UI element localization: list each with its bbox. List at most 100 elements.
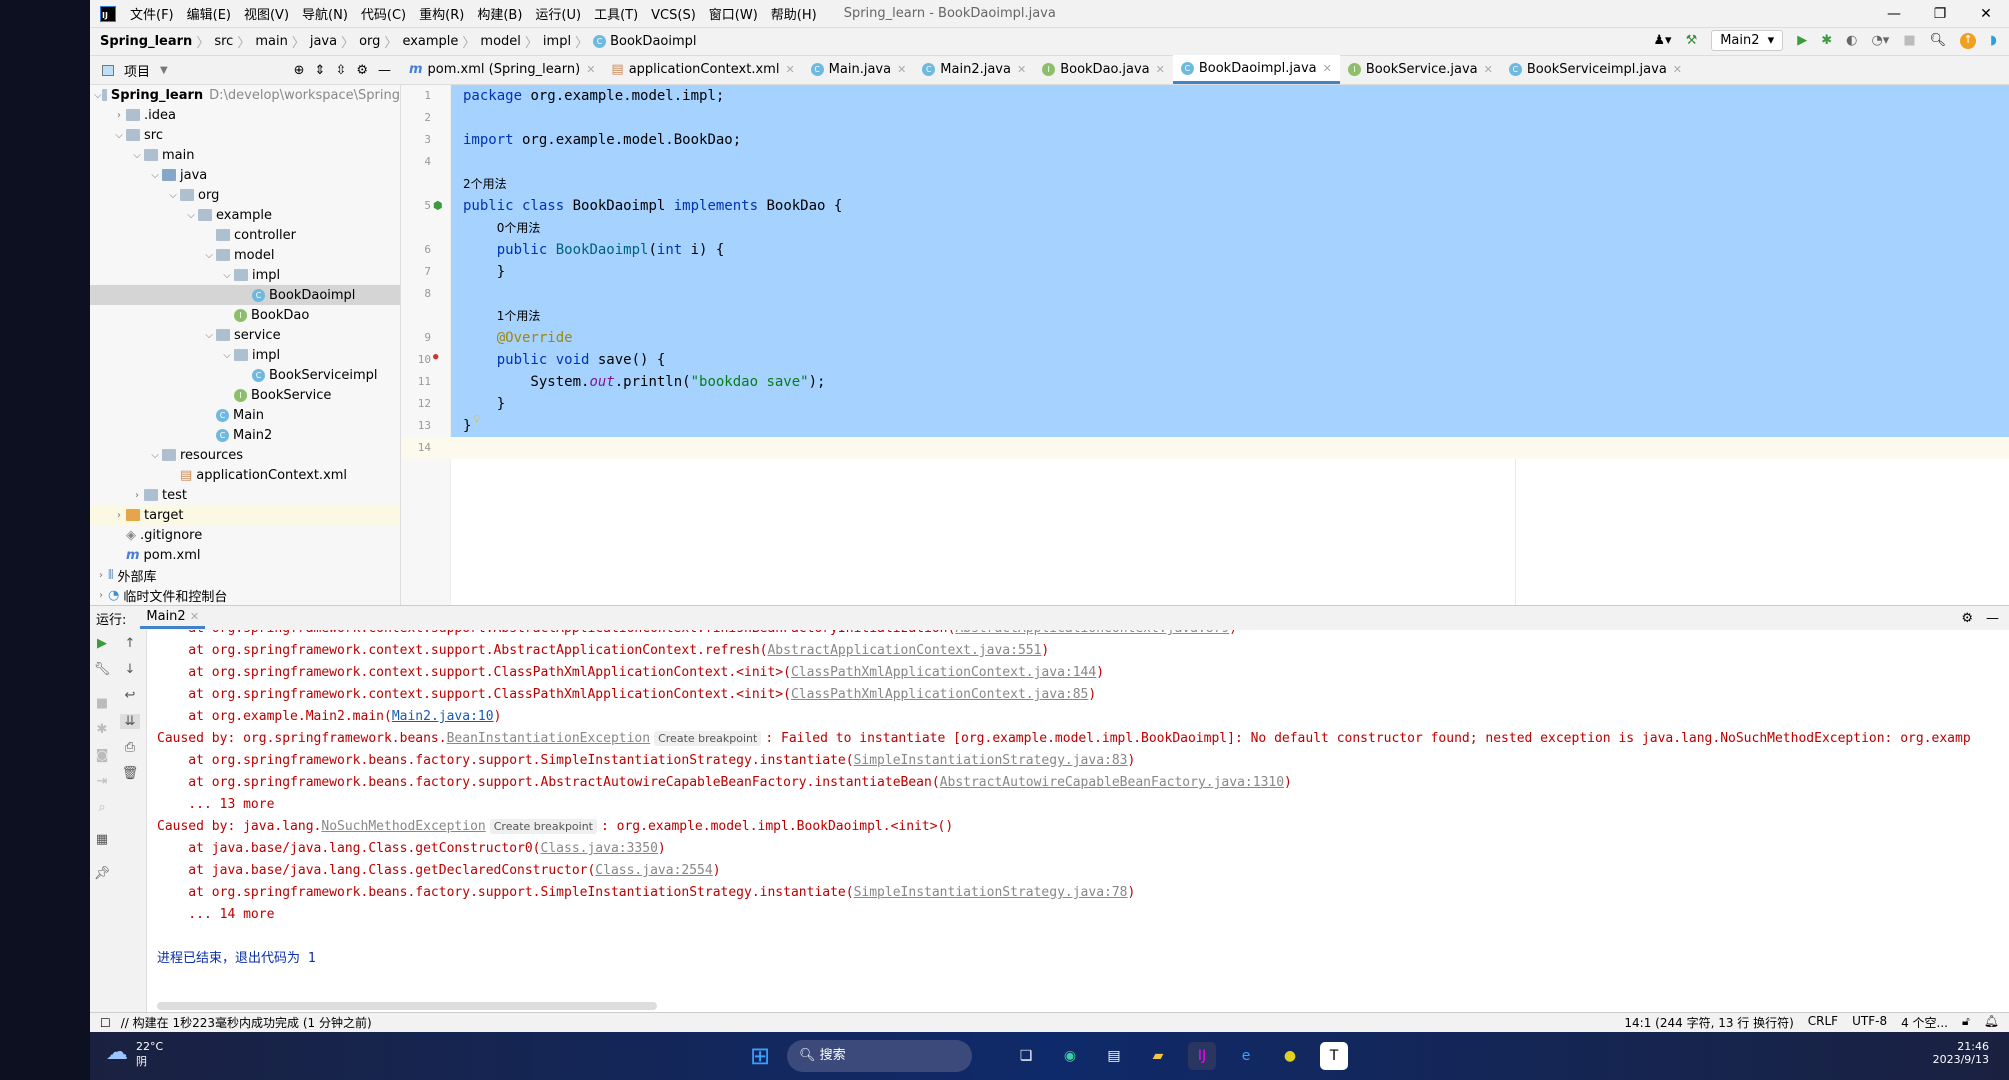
task-view-icon[interactable]: ❏ <box>1012 1042 1040 1070</box>
tree-item[interactable]: ⌵ resources <box>90 445 400 465</box>
run-tab-main2[interactable]: Main2 ✕ <box>140 607 206 629</box>
tree-item[interactable]: › test <box>90 485 400 505</box>
tree-item[interactable]: ⌵ java <box>90 165 400 185</box>
profile-icon[interactable]: ◔▾ <box>1871 33 1889 48</box>
tree-item[interactable]: ⌵ model <box>90 245 400 265</box>
menu-item[interactable]: 重构(R) <box>419 8 464 23</box>
hide-icon[interactable]: — <box>1986 611 1999 626</box>
intellij-logo[interactable]: IJ <box>100 5 116 22</box>
collapse-all-icon[interactable]: ⇳ <box>335 63 346 78</box>
caret-position[interactable]: 14:1 (244 字符, 13 行 换行符) <box>1624 1014 1793 1031</box>
code-line[interactable]: 14 <box>401 437 2009 459</box>
tree-item[interactable]: I BookDao <box>90 305 400 325</box>
indent-setting[interactable]: 4 个空... <box>1901 1014 1948 1031</box>
menu-item[interactable]: 构建(B) <box>477 8 522 23</box>
menu-item[interactable]: 代码(C) <box>361 8 406 23</box>
typora-icon[interactable]: T <box>1320 1042 1348 1070</box>
code-line[interactable]: 5 public class BookDaoimpl implements Boo… <box>401 195 2009 217</box>
tree-item[interactable]: C Main <box>90 405 400 425</box>
breadcrumb-item[interactable]: main <box>255 34 287 49</box>
menu-item[interactable]: 窗口(W) <box>709 8 758 23</box>
close-icon[interactable]: ✕ <box>586 63 595 76</box>
trash-icon[interactable]: 🗑︎ <box>120 766 140 781</box>
chevron-down-icon[interactable]: ⌵ <box>220 350 234 361</box>
layout-icon[interactable]: ▦ <box>92 832 112 847</box>
lock-icon[interactable]: 🔓︎ <box>1962 1014 1970 1031</box>
code-line[interactable]: 1 package org.example.model.impl; <box>401 85 2009 107</box>
code-editor[interactable]: ⚠1 ✔2 ˄ ˅ 1package org.example.model.imp… <box>401 85 2009 605</box>
browser-icon[interactable]: ● <box>1276 1042 1304 1070</box>
zoom-icon[interactable]: ⌕ <box>92 800 112 815</box>
debug-icon[interactable]: ✱ <box>92 722 112 737</box>
tree-item[interactable]: ⌵ example <box>90 205 400 225</box>
menu-item[interactable]: 帮助(H) <box>771 8 817 23</box>
menu-item[interactable]: 导航(N) <box>302 8 348 23</box>
tab-pom-xml[interactable]: m pom.xml (Spring_learn) ✕ <box>401 55 603 84</box>
menu-item[interactable]: 文件(F) <box>130 8 174 23</box>
breadcrumb-item[interactable]: BookDaoimpl <box>610 34 696 49</box>
tree-item[interactable]: › ⫴ 外部库 <box>90 565 400 585</box>
code-line[interactable]: 10 public void save() { <box>401 349 2009 371</box>
implements-gutter-icon[interactable]: ⬢ <box>433 199 443 212</box>
console-output[interactable]: at org.springframework.context.support.A… <box>147 630 2009 1012</box>
tab-bookdaoimpl-java[interactable]: C BookDaoimpl.java ✕ <box>1172 55 1340 84</box>
breadcrumb-item[interactable]: Spring_learn <box>100 34 192 49</box>
code-line[interactable]: 6 public BookDaoimpl(int i) { <box>401 239 2009 261</box>
close-icon[interactable]: ✕ <box>1017 63 1026 76</box>
ie-icon[interactable]: e <box>1232 1042 1260 1070</box>
build-hammer-icon[interactable]: ⚒ <box>1686 33 1698 48</box>
chevron-down-icon[interactable]: ⌵ <box>202 330 216 341</box>
tree-item[interactable]: C BookServiceimpl <box>90 365 400 385</box>
intellij-taskbar-icon[interactable]: IJ <box>1188 1042 1216 1070</box>
chevron-down-icon[interactable]: ▼ <box>160 65 168 76</box>
breadcrumb-item[interactable]: org <box>359 34 380 49</box>
clock[interactable]: 21:46 2023/9/13 <box>1933 1040 1989 1066</box>
project-view-select[interactable]: 项目 <box>124 61 150 80</box>
tree-item[interactable]: ⌵ Spring_learn D:\develop\workspace\Spring <box>90 85 400 105</box>
chevron-down-icon[interactable]: ⌵ <box>148 450 162 461</box>
override-gutter-icon[interactable]: ● <box>433 352 438 362</box>
code-line[interactable]: 4 <box>401 151 2009 173</box>
breadcrumb-item[interactable]: example <box>402 34 458 49</box>
pin-icon[interactable]: 📌︎ <box>92 866 112 881</box>
weather-widget[interactable]: ☁ 22°C 阴 <box>106 1040 163 1069</box>
bulb-icon[interactable]: 💡︎ <box>473 413 481 427</box>
tree-item[interactable]: controller <box>90 225 400 245</box>
tree-item[interactable]: ⌵ impl <box>90 345 400 365</box>
print-icon[interactable]: ⎙ <box>120 740 140 755</box>
tree-item[interactable]: C Main2 <box>90 425 400 445</box>
chevron-right-icon[interactable]: › <box>94 570 108 581</box>
start-icon[interactable]: ⊞ <box>746 1042 774 1070</box>
search-icon[interactable]: 🔍︎ <box>1930 33 1947 48</box>
code-line[interactable]: 2个用法 <box>401 173 2009 195</box>
code-line[interactable]: 3 import org.example.model.BookDao; <box>401 129 2009 151</box>
bell-icon[interactable]: 🔔︎ <box>1984 1014 1999 1031</box>
menu-item[interactable]: 工具(T) <box>594 8 638 23</box>
locate-icon[interactable]: ⊕ <box>294 63 305 78</box>
soft-wrap-icon[interactable]: ↩ <box>120 688 140 703</box>
tree-item[interactable]: ⌵ src <box>90 125 400 145</box>
menu-item[interactable]: VCS(S) <box>651 8 696 23</box>
close-icon[interactable]: ✕ <box>1323 62 1332 75</box>
expand-all-icon[interactable]: ⇕ <box>315 63 326 78</box>
code-line[interactable]: 0个用法 <box>401 217 2009 239</box>
tree-item[interactable]: ◈ .gitignore <box>90 525 400 545</box>
tree-item[interactable]: ⌵ service <box>90 325 400 345</box>
chevron-down-icon[interactable]: ⌵ <box>166 190 180 201</box>
tree-item[interactable]: › target <box>90 505 400 525</box>
code-line[interactable]: 8 <box>401 283 2009 305</box>
taskbar-search[interactable]: 🔍︎ 搜索 <box>787 1040 972 1072</box>
tree-item[interactable]: ⌵ main <box>90 145 400 165</box>
tree-item[interactable]: ⌵ impl <box>90 265 400 285</box>
chevron-right-icon[interactable]: › <box>112 510 126 521</box>
minimize-button[interactable]: — <box>1871 0 1917 28</box>
code-line[interactable]: 12 } <box>401 393 2009 415</box>
tab-bookdao-java[interactable]: I BookDao.java ✕ <box>1034 55 1173 84</box>
chevron-down-icon[interactable]: ⌵ <box>130 150 144 161</box>
chevron-right-icon[interactable]: › <box>94 590 108 601</box>
breadcrumb-item[interactable]: model <box>480 34 520 49</box>
arrow-down-icon[interactable]: ↓ <box>120 662 140 677</box>
close-icon[interactable]: ✕ <box>785 63 794 76</box>
stop-icon[interactable]: ■ <box>1903 33 1915 48</box>
close-icon[interactable]: ✕ <box>1673 63 1682 76</box>
